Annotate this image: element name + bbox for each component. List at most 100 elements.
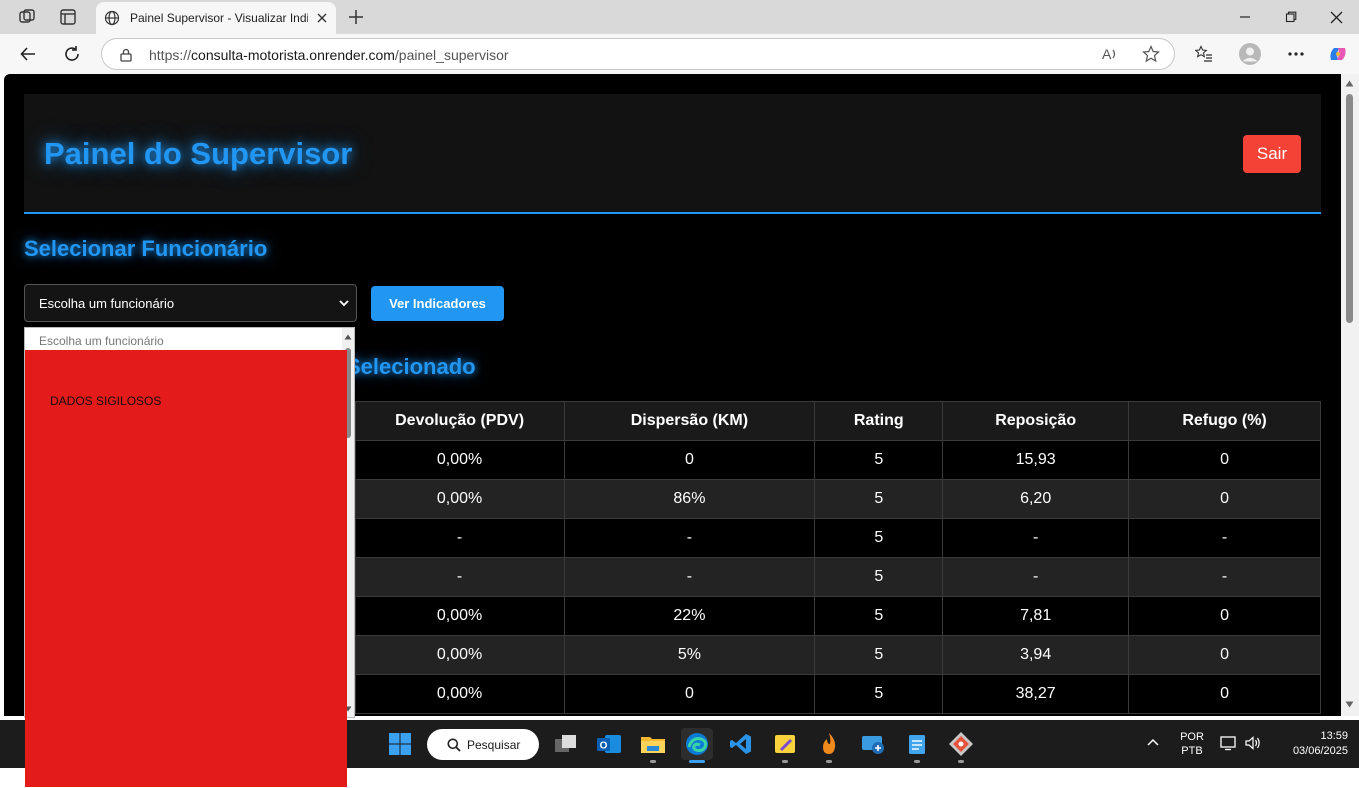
header-reposicao: Reposição	[942, 401, 1130, 441]
logout-button[interactable]: Sair	[1243, 135, 1301, 173]
more-options-icon[interactable]	[1284, 42, 1308, 66]
restore-icon[interactable]	[1268, 4, 1314, 30]
table-cell: 0	[563, 674, 816, 714]
dropdown-scroll-up-icon[interactable]	[344, 334, 352, 340]
browser-tab-bar: Painel Supervisor - Visualizar Indicador…	[0, 0, 1359, 34]
outlook-icon[interactable]: O	[593, 728, 625, 760]
employee-select-value: Escolha um funcionário	[39, 296, 175, 311]
running-indicator	[958, 760, 964, 763]
table-cell: 0	[1128, 596, 1321, 636]
git-app-icon[interactable]	[945, 728, 977, 763]
address-bar[interactable]: https://consulta-motorista.onrender.com/…	[101, 38, 1175, 70]
page-scrollbar[interactable]	[1341, 74, 1359, 716]
table-cell: 6,20	[942, 479, 1130, 519]
remote-app-icon[interactable]	[857, 728, 889, 760]
task-view-icon[interactable]	[550, 728, 582, 760]
browser-toolbar: https://consulta-motorista.onrender.com/…	[0, 34, 1359, 74]
vscode-icon[interactable]	[725, 728, 757, 760]
close-tab-icon[interactable]	[316, 12, 328, 24]
header-devolucao: Devolução (PDV)	[354, 401, 565, 441]
employee-select[interactable]: Escolha um funcionário	[24, 284, 357, 322]
table-cell: 0	[1128, 440, 1321, 480]
profile-avatar-icon[interactable]	[1238, 42, 1262, 66]
volume-icon[interactable]	[1244, 735, 1262, 751]
active-tab[interactable]: Painel Supervisor - Visualizar Indicador…	[96, 2, 336, 34]
table-cell: 0	[563, 440, 816, 480]
redacted-block: DADOS SIGILOSOS	[25, 350, 347, 787]
svg-text:O: O	[600, 741, 608, 752]
svg-text:A: A	[1102, 46, 1112, 62]
running-indicator	[782, 760, 788, 763]
globe-icon	[104, 10, 120, 26]
show-hidden-icons-chevron-icon[interactable]	[1146, 737, 1160, 747]
workspaces-icon[interactable]	[14, 5, 40, 29]
view-indicators-button[interactable]: Ver Indicadores	[371, 286, 504, 321]
keyboard-layout: PTB	[1181, 745, 1203, 757]
windows-start-icon[interactable]	[384, 728, 416, 760]
table-cell: 5	[814, 479, 944, 519]
vertical-tabs-icon[interactable]	[55, 5, 81, 29]
clock-time: 13:59	[1320, 730, 1348, 742]
scrollbar-thumb[interactable]	[1346, 94, 1353, 323]
table-cell: 5	[814, 518, 944, 558]
sticky-notes-icon[interactable]	[769, 728, 801, 763]
read-aloud-icon[interactable]: A	[1101, 46, 1119, 62]
table-cell: 5	[814, 596, 944, 636]
table-cell: 0,00%	[354, 440, 565, 480]
table-cell: -	[1128, 557, 1321, 597]
table-cell: 38,27	[942, 674, 1130, 714]
new-tab-icon[interactable]	[343, 5, 369, 29]
search-label: Pesquisar	[467, 737, 521, 752]
table-cell: -	[942, 518, 1130, 558]
app-flame-icon[interactable]	[813, 728, 845, 763]
site-info-lock-icon[interactable]	[119, 48, 133, 62]
file-explorer-icon[interactable]	[637, 728, 669, 763]
indicators-heading: Selecionado	[346, 354, 476, 379]
clock-date: 03/06/2025	[1292, 745, 1348, 757]
table-cell: 7,81	[942, 596, 1130, 636]
table-cell: 3,94	[942, 635, 1130, 675]
header-rating: Rating	[814, 401, 944, 441]
table-cell: 15,93	[942, 440, 1130, 480]
language-code: POR	[1180, 731, 1204, 743]
table-cell: 0	[1128, 479, 1321, 519]
scroll-down-arrow-icon[interactable]	[1345, 701, 1354, 708]
favorite-star-icon[interactable]	[1142, 45, 1160, 63]
taskbar-search[interactable]: Pesquisar	[427, 729, 539, 760]
redacted-label: DADOS SIGILOSOS	[50, 394, 162, 408]
back-arrow-icon[interactable]	[16, 42, 40, 66]
table-cell: 5	[814, 674, 944, 714]
table-cell: 5	[814, 440, 944, 480]
reload-icon[interactable]	[60, 42, 84, 66]
table-cell: -	[1128, 518, 1321, 558]
table-cell: -	[563, 557, 816, 597]
table-cell: 0	[1128, 674, 1321, 714]
copilot-icon[interactable]	[1326, 42, 1350, 66]
header-dispersao: Dispersão (KM)	[563, 401, 816, 441]
header-refugo: Refugo (%)	[1128, 401, 1321, 441]
search-icon	[447, 738, 461, 752]
input-language[interactable]: POR PTB	[1173, 731, 1211, 757]
edge-icon[interactable]	[681, 728, 713, 763]
chevron-down-icon	[339, 300, 349, 307]
running-indicator	[650, 760, 656, 763]
minimize-icon[interactable]	[1222, 4, 1268, 30]
favorites-list-icon[interactable]	[1192, 42, 1216, 66]
running-indicator	[914, 760, 920, 763]
notepad-icon[interactable]	[901, 728, 933, 763]
table-cell: 0,00%	[354, 674, 565, 714]
dropdown-option-placeholder[interactable]: Escolha um funcionário	[39, 334, 164, 348]
page-title: Painel do Supervisor	[44, 136, 353, 171]
table-cell: -	[354, 518, 565, 558]
close-window-icon[interactable]	[1313, 4, 1359, 30]
table-cell: 22%	[563, 596, 816, 636]
table-cell: -	[354, 557, 565, 597]
clock[interactable]: 13:59 03/06/2025	[1272, 730, 1348, 757]
table-cell: 0,00%	[354, 635, 565, 675]
table-cell: -	[563, 518, 816, 558]
network-icon[interactable]	[1220, 735, 1238, 751]
table-cell: 5	[814, 635, 944, 675]
scroll-up-arrow-icon[interactable]	[1345, 80, 1354, 87]
select-employee-heading: Selecionar Funcionário	[24, 236, 268, 261]
page-header: Painel do Supervisor Sair	[24, 94, 1321, 214]
